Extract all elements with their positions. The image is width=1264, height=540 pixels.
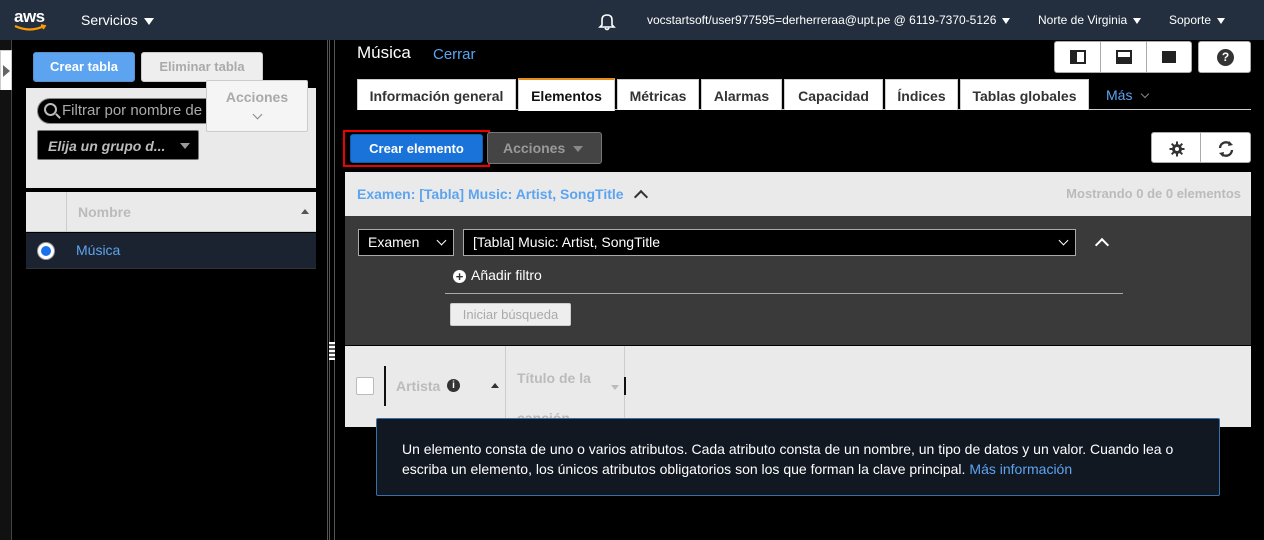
tables-panel: Crear tabla Eliminar tabla Filtrar por n… — [13, 40, 328, 540]
split-horizontal-icon — [1115, 50, 1132, 64]
column-artist-header[interactable]: Artista — [396, 378, 440, 394]
tab-overview[interactable]: Información general — [357, 79, 516, 110]
services-label: Servicios — [81, 12, 138, 28]
sort-ascending-icon[interactable] — [491, 383, 499, 388]
column-divider — [66, 192, 67, 232]
account-menu[interactable]: vocstartsoft/user977595=derherreraa@upt.… — [647, 0, 1011, 40]
plus-circle-icon: + — [453, 270, 466, 283]
chevron-down-icon — [1058, 235, 1069, 246]
caret-down-icon — [1217, 17, 1226, 24]
create-item-button[interactable]: Crear elemento — [350, 134, 483, 163]
support-menu[interactable]: Soporte — [1169, 0, 1226, 40]
caret-down-icon — [1133, 17, 1142, 24]
items-info-box: Un elemento consta de uno o varios atrib… — [376, 418, 1220, 496]
scan-mode-value: Examen — [368, 234, 420, 250]
caret-down-icon — [573, 146, 583, 152]
add-filter-button[interactable]: + Añadir filtro — [453, 267, 542, 283]
table-tabs: Información general Elementos Métricas A… — [357, 78, 1251, 111]
column-resize-handle[interactable] — [624, 377, 626, 395]
caret-down-icon — [1002, 17, 1011, 24]
layout-full-button[interactable] — [1146, 41, 1192, 73]
region-menu[interactable]: Norte de Virginia — [1038, 0, 1142, 40]
scan-target-value: [Tabla] Music: Artist, SongTitle — [473, 234, 660, 250]
add-filter-label: Añadir filtro — [471, 267, 542, 283]
notifications-bell[interactable] — [597, 0, 617, 40]
scan-target-select[interactable]: [Tabla] Music: Artist, SongTitle — [463, 229, 1076, 256]
search-icon — [44, 103, 57, 116]
scan-panel: Examen [Tabla] Music: Artist, SongTitle … — [345, 216, 1251, 345]
learn-more-link[interactable]: Más información — [969, 461, 1072, 477]
start-search-button[interactable]: Iniciar búsqueda — [450, 303, 571, 326]
table-radio-selected[interactable] — [37, 242, 55, 260]
tab-more[interactable]: Más — [1106, 79, 1166, 110]
help-icon: ? — [1217, 49, 1234, 66]
close-link[interactable]: Cerrar — [433, 46, 476, 63]
column-resize-handle[interactable] — [384, 366, 386, 406]
tab-metrics[interactable]: Métricas — [617, 79, 699, 110]
caret-down-icon — [180, 143, 190, 149]
select-all-checkbox[interactable] — [356, 377, 374, 395]
gear-icon — [1169, 141, 1185, 157]
chevron-down-icon — [252, 109, 263, 120]
account-label: vocstartsoft/user977595=derherreraa@upt.… — [647, 13, 997, 27]
scan-mode-select[interactable]: Examen — [358, 229, 454, 256]
sort-descending-icon[interactable] — [611, 385, 619, 390]
tab-capacity[interactable]: Capacidad — [784, 79, 883, 110]
aws-logo[interactable]: aws — [14, 7, 54, 33]
chevron-down-icon — [1141, 89, 1150, 99]
services-menu[interactable]: Servicios — [81, 0, 154, 40]
page-title: Música — [357, 43, 411, 62]
support-label: Soporte — [1169, 13, 1212, 27]
table-list-header: Nombre — [26, 192, 316, 232]
item-actions-button[interactable]: Acciones — [487, 132, 602, 164]
column-name-header[interactable]: Nombre — [78, 204, 131, 220]
chevron-down-icon — [436, 235, 447, 246]
info-paragraph: Un elemento consta de uno o varios atrib… — [402, 439, 1202, 479]
top-navigation-bar: aws Servicios vocstartsoft/user977595=de… — [0, 0, 1264, 40]
refresh-icon — [1218, 141, 1234, 157]
divider — [445, 293, 1123, 294]
delete-table-button[interactable]: Eliminar tabla — [141, 52, 263, 82]
layout-split-horizontal-button[interactable] — [1100, 41, 1147, 73]
tab-items[interactable]: Elementos — [518, 78, 615, 111]
scan-header: Examen: [Tabla] Music: Artist, SongTitle… — [345, 172, 1251, 216]
aws-smile-icon — [14, 24, 47, 31]
sort-ascending-icon[interactable] — [301, 209, 309, 214]
column-divider — [505, 346, 506, 427]
region-label: Norte de Virginia — [1038, 13, 1128, 27]
bell-icon — [598, 14, 616, 31]
side-nav-strip — [0, 40, 12, 540]
help-button[interactable]: ? — [1198, 41, 1251, 73]
group-select-value: Elija un grupo d... — [48, 138, 166, 154]
chevron-right-icon — [3, 65, 10, 77]
tab-indexes[interactable]: Índices — [885, 79, 958, 110]
create-table-button[interactable]: Crear tabla — [33, 52, 135, 82]
scan-header-title[interactable]: Examen: [Tabla] Music: Artist, SongTitle — [357, 186, 624, 202]
tab-global-tables[interactable]: Tablas globales — [960, 79, 1089, 110]
chevron-up-icon[interactable] — [633, 189, 649, 205]
settings-button[interactable] — [1151, 132, 1201, 163]
items-grid-header: Artista i Título de la canción — [345, 346, 1251, 427]
full-view-icon — [1162, 51, 1176, 63]
table-actions-button[interactable]: Acciones — [206, 80, 308, 132]
table-actions-label: Acciones — [225, 89, 289, 105]
refresh-button[interactable] — [1200, 132, 1251, 163]
caret-down-icon — [143, 17, 154, 25]
items-count: Mostrando 0 de 0 elementos — [1066, 186, 1241, 201]
expand-nav-toggle[interactable] — [0, 50, 12, 90]
table-row[interactable]: Música — [26, 233, 316, 269]
table-name-link[interactable]: Música — [76, 242, 120, 258]
tab-alarms[interactable]: Alarmas — [701, 79, 782, 110]
drag-handle-icon[interactable] — [329, 342, 335, 360]
item-actions-label: Acciones — [503, 140, 566, 156]
split-vertical-icon — [1069, 50, 1086, 64]
panel-splitter[interactable] — [329, 40, 335, 540]
tab-more-label: Más — [1106, 87, 1133, 103]
chevron-up-icon[interactable] — [1094, 237, 1110, 253]
layout-split-vertical-button[interactable] — [1054, 41, 1101, 73]
info-icon[interactable]: i — [447, 379, 460, 392]
table-group-select[interactable]: Elija un grupo d... — [37, 130, 199, 160]
